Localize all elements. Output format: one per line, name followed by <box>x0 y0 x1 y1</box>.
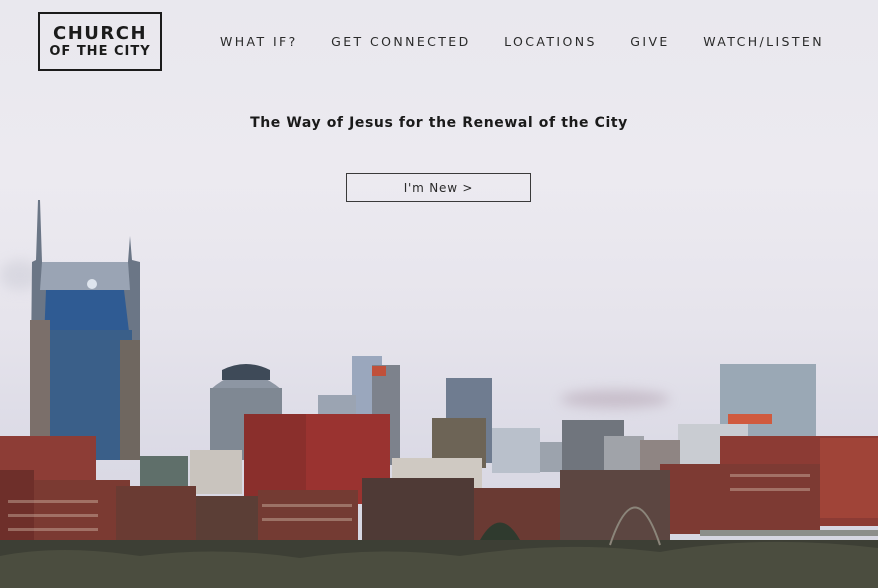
hero-tagline: The Way of Jesus for the Renewal of the … <box>250 115 628 131</box>
nav-give[interactable]: GIVE <box>630 34 669 49</box>
church-logo[interactable]: CHURCH OF THE CITY <box>38 12 162 71</box>
hero-section: CHURCH OF THE CITY WHAT IF? GET CONNECTE… <box>0 0 878 588</box>
im-new-button[interactable]: I'm New > <box>346 173 531 202</box>
nav-watch-listen[interactable]: WATCH/LISTEN <box>703 34 824 49</box>
batman-building <box>30 200 140 460</box>
logo-line-2: OF THE CITY <box>49 43 151 59</box>
logo-line-1: CHURCH <box>52 22 148 44</box>
nav-what-if[interactable]: WHAT IF? <box>220 34 298 49</box>
main-nav: WHAT IF? GET CONNECTED LOCATIONS GIVE WA… <box>220 34 824 49</box>
city-skyline-image <box>0 200 878 588</box>
nav-locations[interactable]: LOCATIONS <box>504 34 597 49</box>
nav-get-connected[interactable]: GET CONNECTED <box>331 34 470 49</box>
